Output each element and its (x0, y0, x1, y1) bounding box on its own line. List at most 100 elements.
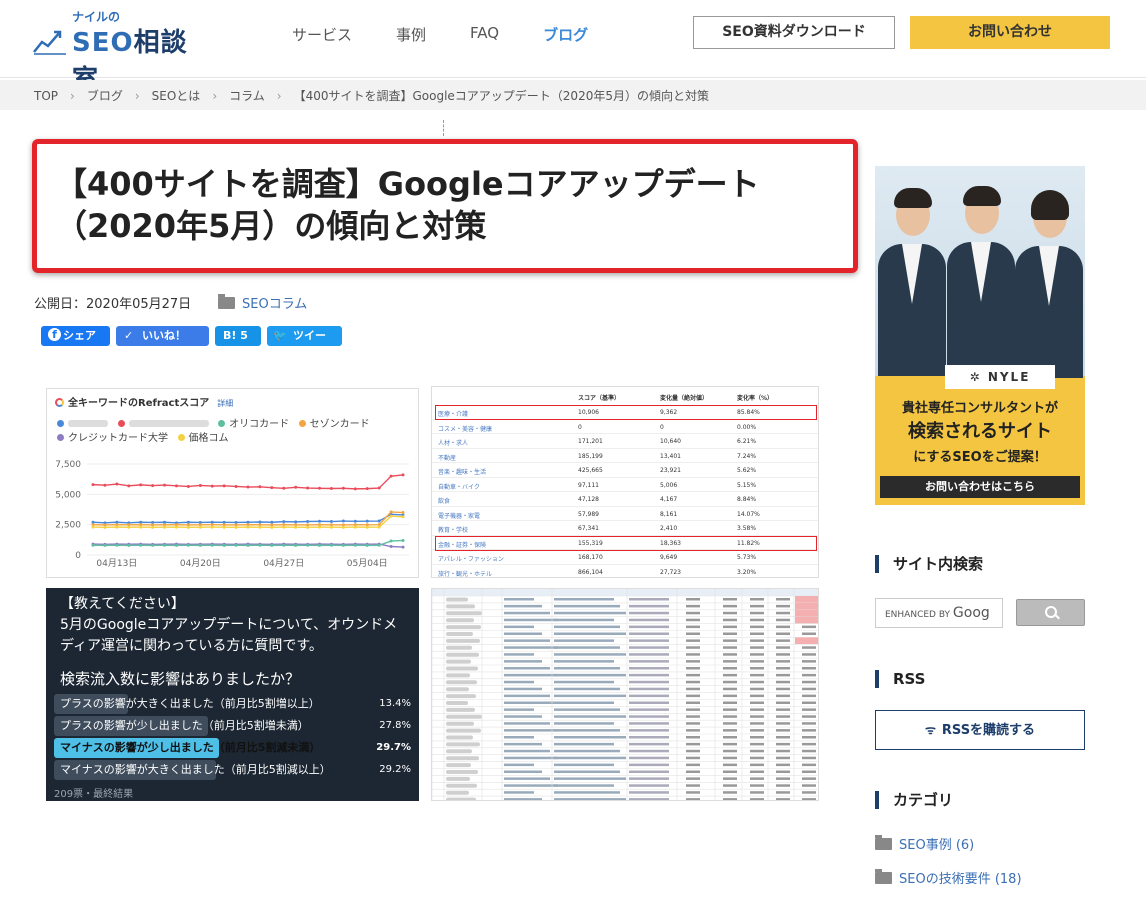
category-item[interactable]: SEO事例 (6) (875, 834, 974, 853)
data-point (282, 525, 286, 529)
sheet-cell (750, 694, 764, 698)
sheet-cell (776, 715, 790, 718)
sheet-cell (686, 701, 700, 704)
sheet-cell (750, 791, 764, 794)
hatena-bookmark-button[interactable]: B! 5 (215, 326, 261, 346)
poll-option-label: マイナスの影響が大きく出ました（前月比5割減以上） (60, 763, 331, 776)
facebook-share-button[interactable]: シェア (41, 326, 110, 346)
data-point (163, 543, 167, 547)
contact-button[interactable]: お問い合わせ (910, 16, 1110, 49)
sheet-cell (629, 653, 669, 656)
sheet-cell (776, 667, 790, 670)
sheet-cell (686, 680, 700, 684)
data-point (174, 543, 178, 547)
search-input[interactable]: ENHANCED BY Goog (875, 598, 1003, 628)
data-point (365, 519, 369, 523)
sheet-cell (504, 770, 542, 773)
sheet-cell (504, 715, 542, 718)
sheet-cell (686, 611, 700, 615)
data-point (139, 525, 143, 529)
divider (443, 120, 444, 136)
breadcrumb: TOP › ブログ › SEOとは › コラム › 【400サイトを調査】Googleコアアップ… (0, 80, 1146, 110)
breadcrumb-seo[interactable]: SEOとは (152, 89, 201, 103)
sheet-cell (750, 798, 764, 800)
sheet-cell (504, 708, 534, 711)
like-count: 176 (146, 351, 166, 362)
breadcrumb-column[interactable]: コラム (229, 89, 265, 103)
sheet-cell (629, 722, 669, 725)
x-tick-label: 04月20日 (180, 558, 221, 569)
sheet-cell (629, 646, 669, 649)
table-cell: 旅行・観光・ホテル (438, 570, 493, 578)
article-category[interactable]: SEOコラム (218, 293, 307, 312)
sheet-cell (802, 667, 816, 670)
data-point (246, 485, 250, 489)
download-button[interactable]: SEO資料ダウンロード (693, 16, 895, 49)
blurred-cell (446, 776, 470, 781)
data-point (186, 520, 190, 524)
chevron-right-icon: › (70, 89, 75, 103)
tweet-button[interactable]: ツイー (267, 326, 342, 346)
data-point (246, 543, 250, 547)
sheet-cell (723, 632, 737, 635)
sheet-cell (686, 784, 700, 787)
sheet-cell (802, 722, 816, 725)
like-button[interactable]: いいね！ 176 (116, 326, 209, 362)
sheet-cell (776, 653, 790, 656)
sheet-cell (629, 770, 669, 773)
like-label: いいね！ (142, 329, 186, 342)
sheet-cell (629, 777, 669, 780)
breadcrumb-blog[interactable]: ブログ (87, 89, 123, 103)
poll-option-label: プラスの影響が大きく出ました（前月比5割増以上） (60, 697, 320, 710)
nyle-banner-ad[interactable]: ✲ NYLE 貴社専任コンサルタントが 検索されるサイト にするSEOをご提案！… (875, 166, 1085, 505)
sheet-cell (686, 729, 700, 732)
table-cell: 13,401 (660, 452, 681, 460)
breadcrumb-top[interactable]: TOP (34, 89, 58, 103)
sheet-cell (554, 729, 620, 732)
data-point (294, 543, 298, 547)
nav-blog[interactable]: ブログ (543, 24, 588, 45)
sheet-cell (802, 777, 816, 780)
category-item[interactable]: SEOの技術要件 (18) (875, 868, 1022, 887)
poll-question: 検索流入数に影響はありましたか？ (60, 670, 301, 688)
search-button[interactable] (1016, 599, 1085, 626)
sheet-cell (554, 618, 614, 622)
site-logo[interactable]: ナイルの SEO相談室 (32, 8, 192, 95)
sheet-cell (554, 598, 614, 601)
sheet-cell (554, 611, 626, 615)
table-cell: 教育・学校 (438, 527, 469, 534)
data-point (282, 486, 286, 490)
data-point (318, 519, 322, 523)
sheet-cell (686, 742, 700, 746)
x-tick-label: 04月13日 (96, 558, 137, 569)
poll-heading-1: 【教えてください】 (60, 596, 185, 612)
sheet-cell (802, 701, 816, 704)
sheet-cell (776, 598, 790, 601)
x-tick-label: 04月27日 (263, 558, 304, 569)
nav-faq[interactable]: FAQ (470, 24, 499, 45)
sheet-cell (776, 604, 790, 608)
data-point (318, 543, 322, 547)
poll-option-label: マイナスの影響が少し出ました（前月比5割減未満） (60, 741, 321, 754)
sheet-cell (504, 673, 558, 677)
sheet-cell (629, 736, 669, 739)
sheet-cell (629, 598, 669, 601)
table-cell: 音楽・趣味・生活 (438, 469, 487, 476)
blurred-cell (446, 638, 480, 643)
sheet-cell (802, 694, 816, 698)
sheet-cell (554, 756, 626, 760)
data-point (258, 520, 262, 524)
sheet-cell (776, 680, 790, 684)
nav-services[interactable]: サービス (292, 24, 352, 45)
nav-cases[interactable]: 事例 (396, 24, 426, 45)
sheet-cell (629, 701, 669, 704)
rss-subscribe-button[interactable]: ᯤ RSSを購読する (875, 710, 1085, 750)
banner-contact-button[interactable]: お問い合わせはこちら (880, 476, 1080, 498)
sheet-cell (802, 646, 816, 649)
sheet-cell (686, 660, 700, 663)
sheet-cell (723, 687, 737, 691)
blurred-cell (446, 701, 468, 705)
data-point (234, 484, 238, 488)
sheet-cell (750, 763, 764, 767)
sheet-highlight-cell (795, 602, 818, 610)
